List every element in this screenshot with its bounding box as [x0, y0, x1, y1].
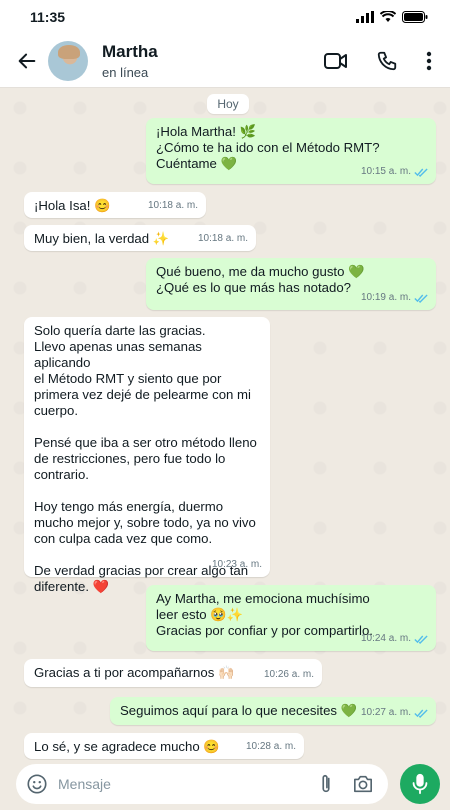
message-time: 10:18 a. m. — [197, 233, 248, 244]
message-meta: 10:28 a. m. — [246, 739, 296, 755]
camera-icon[interactable] — [352, 774, 374, 794]
chat-header: Martha en línea — [0, 34, 450, 88]
message-time: 10:19 a. m. — [360, 292, 411, 303]
status-bar: 11:35 — [0, 0, 450, 34]
message-meta: 10:24 a. m. — [361, 631, 428, 647]
status-icons — [356, 11, 428, 23]
message-meta: 10:27 a. m. — [361, 705, 428, 721]
microphone-icon — [412, 773, 428, 795]
paperclip-icon[interactable] — [318, 773, 334, 795]
message-time: 10:15 a. m. — [360, 166, 411, 177]
message-text: Solo quería darte las gracias. Llevo ape… — [34, 323, 257, 594]
arrow-left-icon[interactable] — [16, 50, 38, 72]
message-time: 10:26 a. m. — [263, 669, 314, 680]
message-input[interactable]: Mensaje — [16, 764, 388, 804]
message-meta: 10:19 a. m. — [361, 290, 428, 306]
status-time: 11:35 — [30, 9, 66, 25]
message-meta: 10:26 a. m. — [264, 667, 314, 683]
message-meta: 10:15 a. m. — [361, 164, 428, 180]
double-check-icon — [414, 294, 428, 303]
double-check-icon — [414, 168, 428, 177]
more-vertical-icon[interactable] — [426, 51, 432, 71]
incoming-message[interactable]: Lo sé, y se agradece mucho 😊 10:28 a. m. — [24, 733, 304, 759]
contact-info[interactable]: Martha en línea — [102, 42, 158, 80]
message-meta: 10:18 a. m. — [148, 198, 198, 214]
incoming-message[interactable]: ¡Hola Isa! 😊 10:18 a. m. — [24, 192, 206, 218]
battery-icon — [402, 11, 428, 23]
message-placeholder: Mensaje — [58, 776, 111, 792]
message-time: 10:18 a. m. — [147, 200, 198, 211]
message-time: 10:24 a. m. — [360, 633, 411, 644]
double-check-icon — [414, 709, 428, 718]
outgoing-message[interactable]: Seguimos aquí para lo que necesites 💚 10… — [110, 697, 436, 725]
outgoing-message[interactable]: Ay Martha, me emociona muchísimo leer es… — [146, 585, 436, 651]
double-check-icon — [414, 635, 428, 644]
emoji-icon[interactable] — [26, 773, 48, 795]
message-meta: 10:18 a. m. — [198, 231, 248, 247]
chat-area[interactable]: Hoy ¡Hola Martha! 🌿 ¿Cómo te ha ido con … — [0, 88, 450, 760]
incoming-message[interactable]: Muy bien, la verdad ✨ 10:18 a. m. — [24, 225, 256, 251]
incoming-message[interactable]: Gracias a ti por acompañarnos 🙌🏻 10:26 a… — [24, 659, 322, 687]
video-call-icon[interactable] — [324, 52, 348, 70]
message-meta: 10:23 a. m. — [212, 557, 262, 573]
input-actions — [318, 773, 374, 795]
day-divider: Hoy — [207, 94, 249, 114]
outgoing-message[interactable]: Qué bueno, me da mucho gusto 💚 ¿Qué es l… — [146, 258, 436, 310]
contact-name: Martha — [102, 41, 158, 61]
incoming-message[interactable]: Solo quería darte las gracias. Llevo ape… — [24, 317, 270, 594]
phone-icon[interactable] — [376, 50, 398, 72]
header-actions — [324, 50, 432, 72]
signal-icon — [356, 11, 374, 23]
avatar[interactable] — [48, 40, 88, 81]
composer: Mensaje — [0, 760, 450, 810]
microphone-button[interactable] — [400, 764, 440, 804]
message-time: 10:28 a. m. — [245, 741, 296, 752]
contact-status: en línea — [102, 64, 149, 80]
message-time: 10:23 a. m. — [211, 559, 262, 570]
message-time: 10:27 a. m. — [360, 707, 411, 718]
outgoing-message[interactable]: ¡Hola Martha! 🌿 ¿Cómo te ha ido con el M… — [146, 118, 436, 184]
wifi-icon — [380, 11, 396, 22]
